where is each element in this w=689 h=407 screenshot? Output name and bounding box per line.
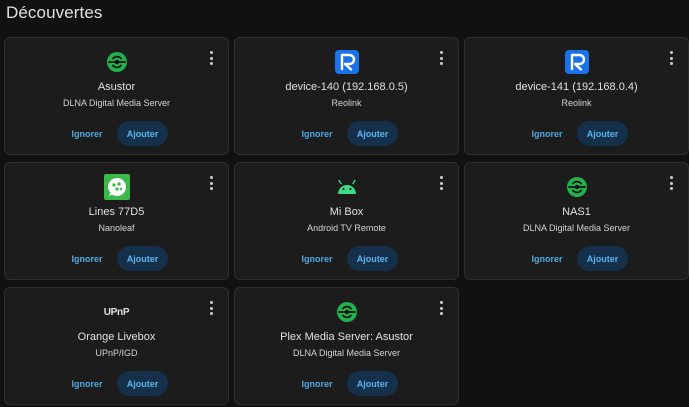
device-name: Asustor (97, 81, 136, 93)
add-button[interactable]: Ajouter (117, 121, 168, 146)
android-icon (334, 174, 360, 200)
overflow-menu-icon[interactable] (204, 176, 218, 190)
add-button[interactable]: Ajouter (577, 246, 628, 271)
integration-name: Android TV Remote (307, 223, 386, 233)
ignore-button[interactable]: Ignorer (521, 246, 573, 271)
ignore-button[interactable]: Ignorer (291, 121, 343, 146)
ignore-button[interactable]: Ignorer (291, 246, 343, 271)
ignore-button[interactable]: Ignorer (521, 121, 573, 146)
integration-name: Reolink (561, 98, 592, 108)
device-name: Orange Livebox (77, 331, 156, 343)
device-name: Mi Box (329, 206, 364, 218)
integration-name: Reolink (331, 98, 362, 108)
device-name: device-140 (192.168.0.5) (285, 81, 408, 93)
device-name: Lines 77D5 (88, 206, 145, 218)
integration-name: Nanoleaf (98, 223, 135, 233)
dlna-icon (104, 49, 130, 75)
device-name: Plex Media Server: Asustor (280, 331, 413, 343)
discovery-card: device-140 (192.168.0.5) Reolink Ignorer… (234, 37, 459, 155)
reolink-icon (564, 49, 590, 75)
discovered-grid: Asustor DLNA Digital Media Server Ignore… (4, 37, 689, 405)
dlna-icon (334, 299, 360, 325)
add-button[interactable]: Ajouter (347, 371, 398, 396)
overflow-menu-icon[interactable] (664, 51, 678, 65)
integration-name: UPnP/IGD (95, 348, 138, 358)
nanoleaf-icon (103, 174, 130, 200)
upnp-icon: UPnP (104, 299, 130, 325)
device-name: device-141 (192.168.0.4) (515, 81, 638, 93)
overflow-menu-icon[interactable] (204, 51, 218, 65)
discovery-card: Mi Box Android TV Remote Ignorer Ajouter (234, 162, 459, 280)
upnp-logo-text: UPnP (103, 306, 130, 318)
add-button[interactable]: Ajouter (347, 121, 398, 146)
discovery-card: Lines 77D5 Nanoleaf Ignorer Ajouter (4, 162, 229, 280)
discovery-card: Plex Media Server: Asustor DLNA Digital … (234, 287, 459, 405)
overflow-menu-icon[interactable] (204, 301, 218, 315)
add-button[interactable]: Ajouter (117, 371, 168, 396)
discovery-card: Asustor DLNA Digital Media Server Ignore… (4, 37, 229, 155)
overflow-menu-icon[interactable] (434, 51, 448, 65)
ignore-button[interactable]: Ignorer (61, 246, 113, 271)
discovery-card: UPnP Orange Livebox UPnP/IGD Ignorer Ajo… (4, 287, 229, 405)
overflow-menu-icon[interactable] (434, 301, 448, 315)
device-name: NAS1 (562, 206, 591, 218)
overflow-menu-icon[interactable] (664, 176, 678, 190)
add-button[interactable]: Ajouter (577, 121, 628, 146)
integration-name: DLNA Digital Media Server (292, 348, 401, 358)
discovery-card: NAS1 DLNA Digital Media Server Ignorer A… (464, 162, 689, 280)
integration-name: DLNA Digital Media Server (62, 98, 171, 108)
integration-name: DLNA Digital Media Server (522, 223, 631, 233)
dlna-icon (564, 174, 590, 200)
page-title: Découvertes (6, 3, 103, 22)
discovery-card: device-141 (192.168.0.4) Reolink Ignorer… (464, 37, 689, 155)
ignore-button[interactable]: Ignorer (61, 121, 113, 146)
reolink-icon (334, 49, 360, 75)
ignore-button[interactable]: Ignorer (61, 371, 113, 396)
ignore-button[interactable]: Ignorer (291, 371, 343, 396)
add-button[interactable]: Ajouter (117, 246, 168, 271)
add-button[interactable]: Ajouter (347, 246, 398, 271)
overflow-menu-icon[interactable] (434, 176, 448, 190)
